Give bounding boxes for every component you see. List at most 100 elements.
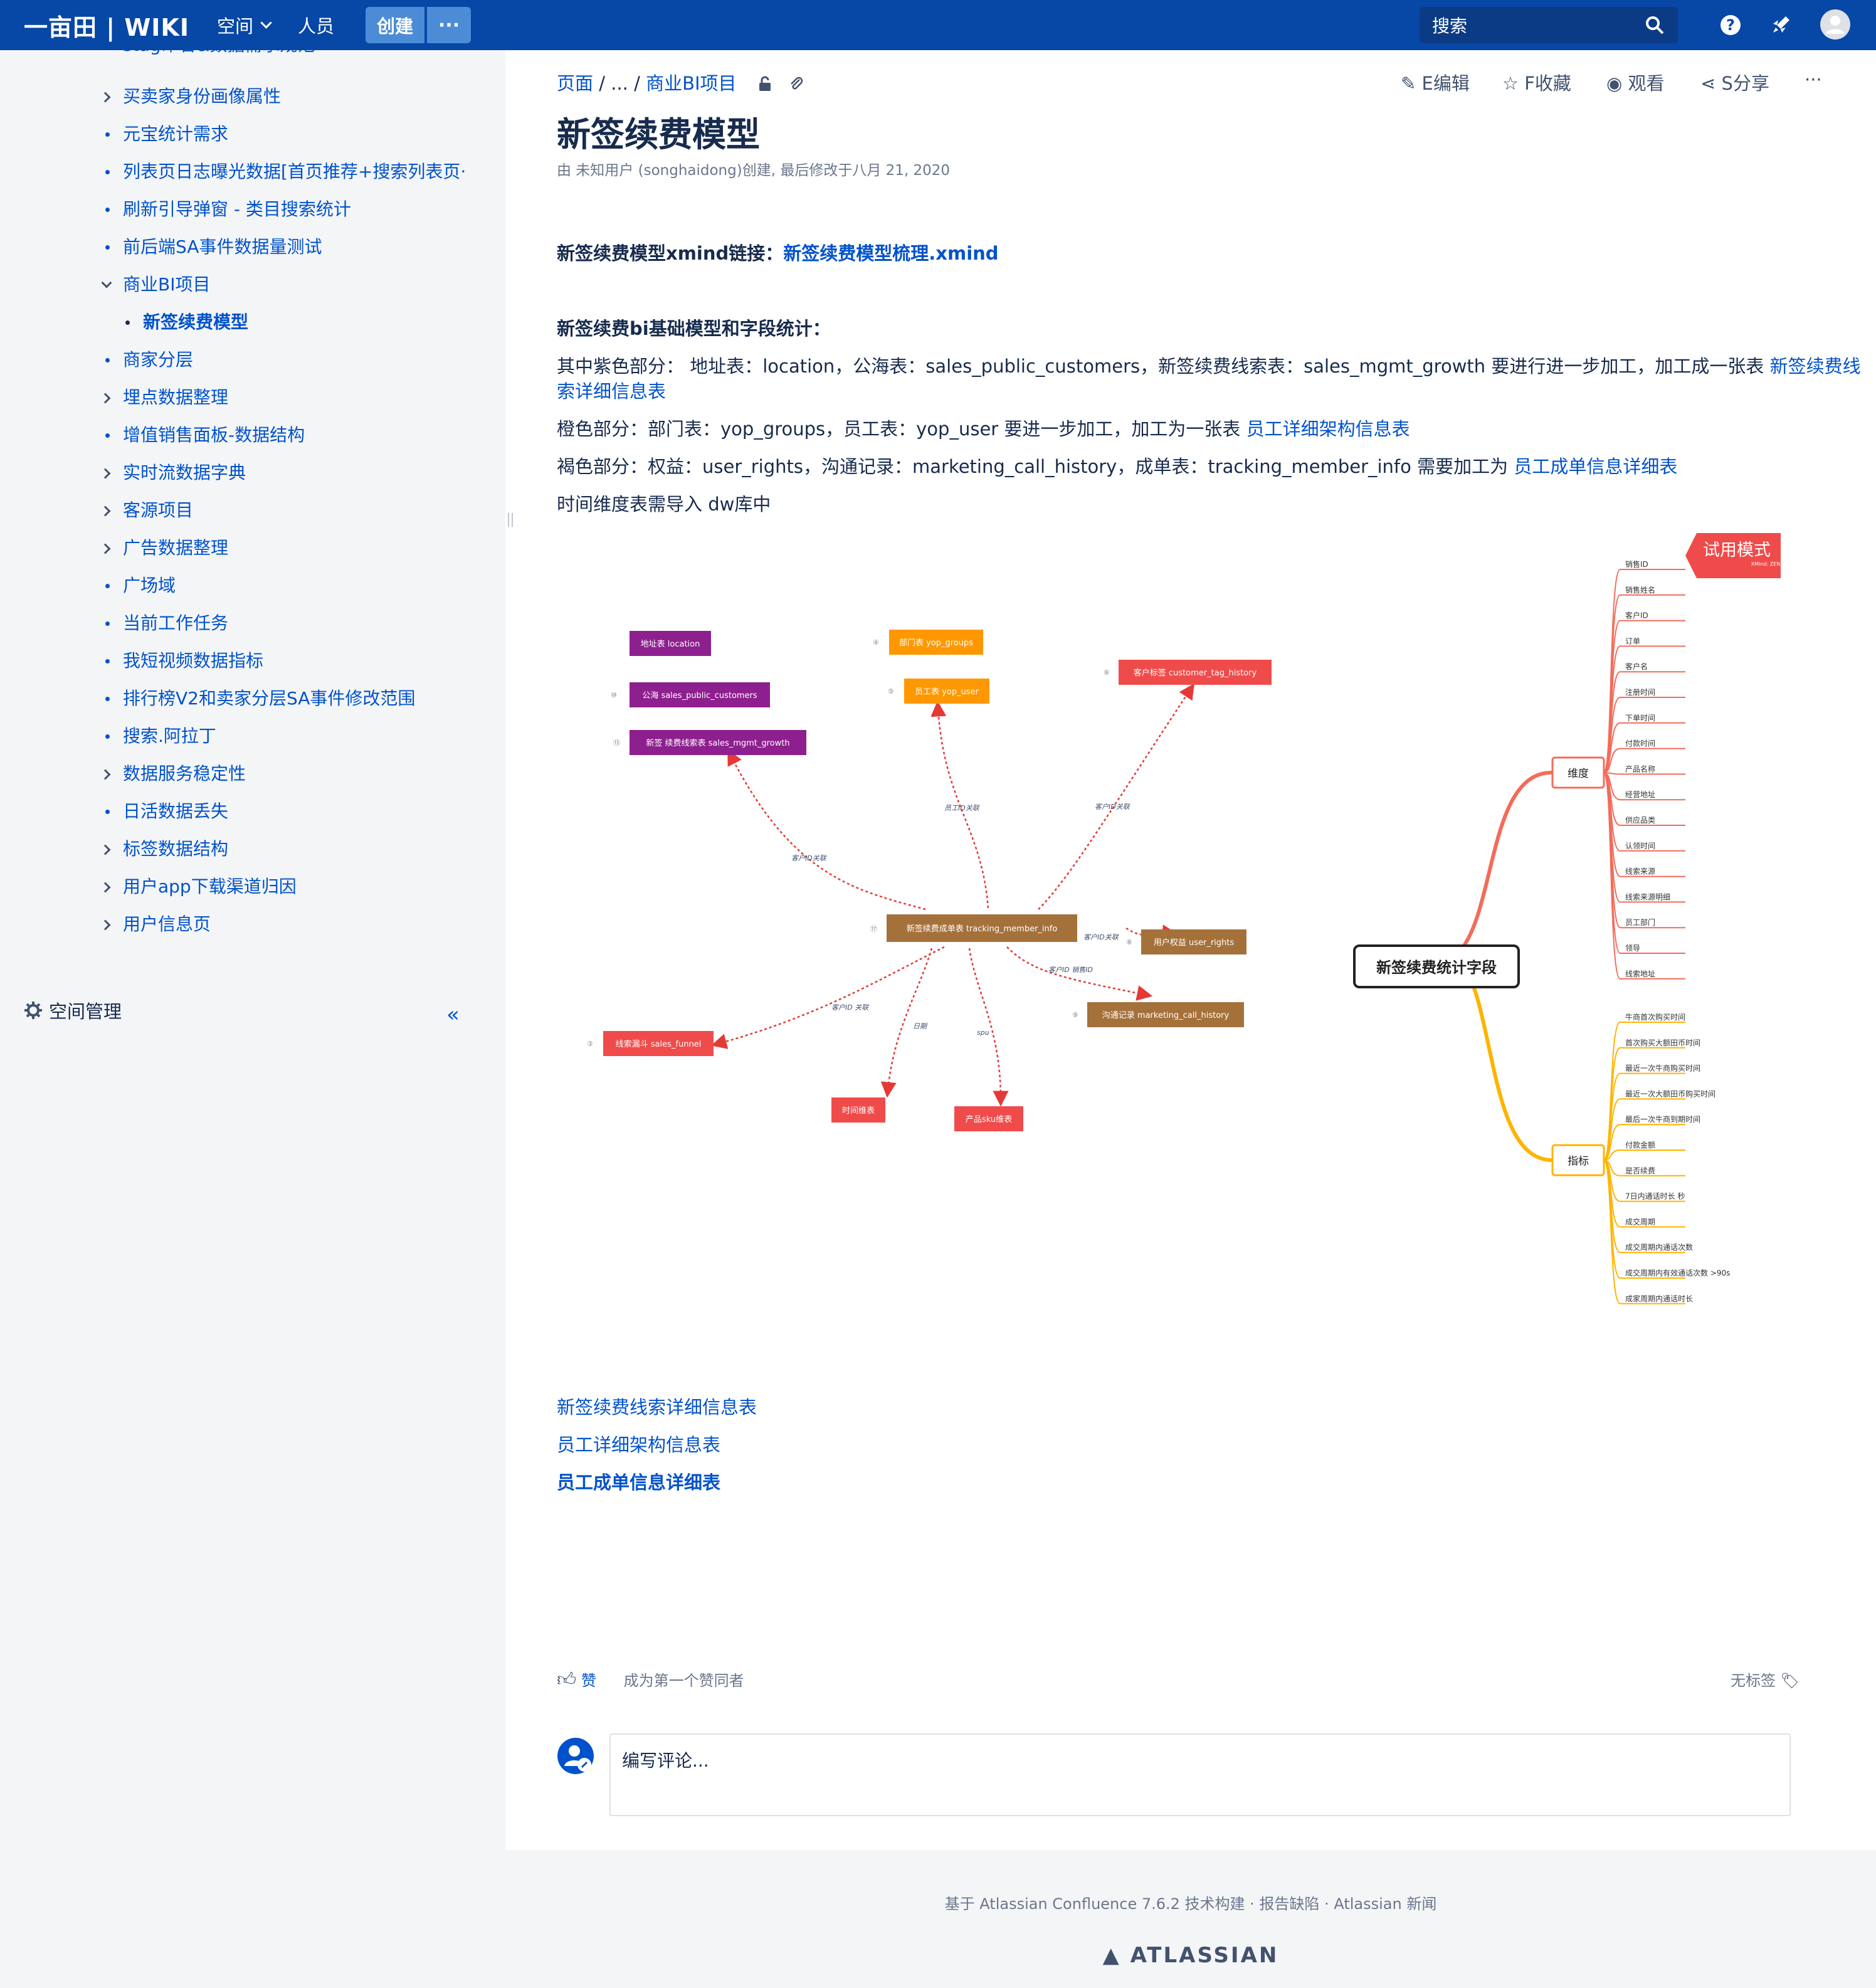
branch-line-metric — [1460, 960, 1553, 1162]
footer-links[interactable]: 基于 Atlassian Confluence 7.6.2 技术构建 · 报告缺… — [505, 1891, 1876, 1913]
like-label: 赞 — [581, 1672, 596, 1689]
sidebar-item[interactable]: 商业BI项目 — [123, 272, 210, 297]
sidebar-item[interactable]: 搜索.阿拉丁 — [123, 724, 216, 749]
edit-button[interactable]: ✎ E编辑 — [1401, 69, 1470, 95]
chevron-right-icon[interactable] — [100, 468, 111, 479]
bottom-link-1: 新签续费线索详细信息表 — [557, 1395, 757, 1420]
node-time-dimension: 时间维表 — [831, 1097, 885, 1123]
share-button[interactable]: ⋖ S分享 — [1700, 69, 1769, 95]
brown-link[interactable]: 员工成单信息详细表 — [1514, 456, 1677, 477]
help-icon[interactable]: ? — [1718, 13, 1743, 38]
metric-leaves: 牛商首次购买时间首次购买大额田币时间最近一次牛商购买时间最近一次大额田币购买时间… — [1603, 1012, 1730, 1304]
sidebar-item[interactable]: 增值销售面板-数据结构 — [123, 423, 305, 448]
attachment-icon[interactable] — [788, 76, 804, 92]
search-input[interactable]: 搜索 — [1420, 7, 1678, 43]
orange-text: 橙色部分：部门表：yop_groups，员工表：yop_user 要进一步加工，… — [557, 418, 1241, 440]
brown-text: 褐色部分：权益：user_rights，沟通记录：marketing_call_… — [557, 456, 1509, 477]
sidebar-item[interactable]: 实时流数据字典 — [123, 460, 246, 485]
svg-text:客户ID 关联: 客户ID 关联 — [831, 1003, 869, 1012]
breadcrumb-pages[interactable]: 页面 — [557, 73, 593, 94]
sidebar-item[interactable]: 客源项目 — [123, 498, 193, 523]
bullet-icon — [125, 320, 130, 325]
leaf-label: 成交周期内通话次数 — [1625, 1242, 1693, 1252]
sidebar-item[interactable]: 日活数据丢失 — [123, 799, 228, 824]
link-deal-detail[interactable]: 员工成单信息详细表 — [557, 1472, 720, 1493]
sidebar-item[interactable]: 新签续费模型 — [143, 310, 248, 335]
nav-spaces[interactable]: 空间 — [217, 12, 272, 38]
link-employee-detail[interactable]: 员工详细架构信息表 — [557, 1434, 720, 1456]
leaf-label: 订单 — [1625, 637, 1640, 645]
breadcrumb-ellipsis[interactable]: ... — [611, 73, 628, 94]
like-button[interactable]: 👍︎ 赞 — [557, 1669, 596, 1691]
create-more-button[interactable]: ··· — [427, 7, 472, 43]
purple-paragraph-line2: 索详细信息表 — [557, 379, 666, 404]
sidebar-resize-handle[interactable] — [508, 513, 513, 527]
bullet-icon — [105, 358, 110, 362]
sidebar-item[interactable]: 标签数据结构 — [123, 837, 228, 862]
chevron-right-icon[interactable] — [100, 393, 111, 404]
sidebar-item[interactable]: 买卖家身份画像属性 — [123, 84, 281, 109]
chevron-right-icon[interactable] — [100, 505, 111, 517]
section-title: 新签续费bi基础模型和字段统计： — [557, 316, 831, 341]
unlock-icon[interactable] — [757, 76, 774, 92]
svg-text:⑨: ⑨ — [1072, 1011, 1078, 1019]
watch-button[interactable]: ◉ 观看 — [1606, 69, 1665, 95]
space-admin-link[interactable]: 空间管理 — [24, 997, 122, 1023]
favourite-button[interactable]: ☆ F收藏 — [1502, 69, 1571, 95]
sidebar-item[interactable]: 刷新引导弹窗 - 类目搜索统计 — [123, 197, 351, 222]
top-navigation: 一亩田 | WIKI 空间 人员 创建 ··· 搜索 ? — [0, 0, 1876, 50]
sidebar-item[interactable]: 埋点数据整理 — [123, 385, 228, 410]
leaf-line — [1603, 1160, 1685, 1304]
chevron-right-icon[interactable] — [100, 769, 111, 780]
node-user-rights: 用户权益 user_rights — [1141, 929, 1246, 954]
user-avatar-icon[interactable] — [1820, 9, 1851, 40]
chevron-right-icon[interactable] — [100, 92, 111, 103]
svg-text:⑰: ⑰ — [870, 925, 877, 933]
sidebar-item[interactable]: 当前工作任务 — [123, 611, 228, 636]
collapse-sidebar-icon[interactable]: « — [446, 1002, 460, 1027]
leaf-label: 首次购买大额田币时间 — [1625, 1038, 1700, 1047]
sidebar-item[interactable]: 列表页日志曝光数据[首页推荐+搜索列表页· — [123, 159, 466, 184]
bullet-icon — [105, 433, 110, 438]
create-button[interactable]: 创建 — [366, 7, 425, 43]
sidebar-item[interactable]: 用户app下载渠道归因 — [123, 874, 297, 899]
breadcrumb-parent[interactable]: 商业BI项目 — [646, 73, 736, 94]
svg-text:客户ID 销售ID: 客户ID 销售ID — [1048, 966, 1093, 974]
wiki-logo[interactable]: 一亩田 | WIKI — [24, 8, 189, 43]
sidebar-item[interactable]: 商家分层 — [123, 347, 193, 373]
link-lead-detail[interactable]: 新签续费线索详细信息表 — [557, 1397, 757, 1418]
leaf-line — [1603, 1150, 1685, 1161]
labels-area[interactable]: 无标签 🏷︎ — [1731, 1668, 1800, 1690]
sidebar-item[interactable]: 前后端SA事件数据量测试 — [123, 235, 322, 260]
rocket-notification-icon[interactable] — [1768, 13, 1793, 38]
no-labels-text: 无标签 — [1731, 1672, 1776, 1689]
branch-line-dimension — [1460, 770, 1553, 949]
nav-people[interactable]: 人员 — [298, 12, 334, 38]
svg-text:⑩: ⑩ — [611, 691, 617, 699]
bullet-icon — [105, 659, 110, 664]
chevron-right-icon[interactable] — [100, 882, 111, 893]
chevron-right-icon[interactable] — [100, 844, 111, 855]
sidebar-item[interactable]: 用户信息页 — [123, 912, 211, 937]
bullet-icon — [105, 584, 110, 588]
dimension-leaves: 销售ID 销售姓名客户ID 订单客户名注册时间下单时间付款时间产品名称经营地址供应品… — [1603, 559, 1685, 980]
purple-link-part2[interactable]: 索详细信息表 — [557, 381, 666, 402]
breadcrumb: 页面 / ... / 商业BI项目 — [557, 69, 804, 95]
sidebar-item[interactable]: 我短视频数据指标 — [123, 648, 263, 674]
more-actions-button[interactable]: ··· — [1805, 69, 1822, 90]
orange-link[interactable]: 员工详细架构信息表 — [1246, 418, 1410, 440]
sidebar-item[interactable]: 元宝统计需求 — [123, 122, 228, 147]
sidebar-item[interactable]: 排行榜V2和卖家分层SA事件修改范围 — [123, 686, 415, 711]
node-customer-tag-history: 客户标签 customer_tag_history — [1119, 660, 1272, 685]
purple-link-part1[interactable]: 新签续费线 — [1770, 356, 1861, 377]
comment-input[interactable]: 编写评论... — [609, 1733, 1791, 1816]
sidebar-item[interactable]: 数据服务稳定性 — [123, 761, 246, 786]
xmind-link[interactable]: 新签续费模型梳理.xmind — [783, 243, 998, 264]
chevron-right-icon[interactable] — [100, 919, 111, 931]
sidebar-item[interactable]: 广告数据整理 — [123, 536, 228, 561]
chevron-down-icon[interactable] — [101, 277, 112, 288]
sidebar-item[interactable]: 广场域 — [123, 573, 176, 598]
chevron-right-icon[interactable] — [100, 543, 111, 554]
star-icon: ☆ — [1502, 73, 1519, 94]
atlassian-logo: ▲ ATLASSIAN — [1102, 1943, 1279, 1968]
